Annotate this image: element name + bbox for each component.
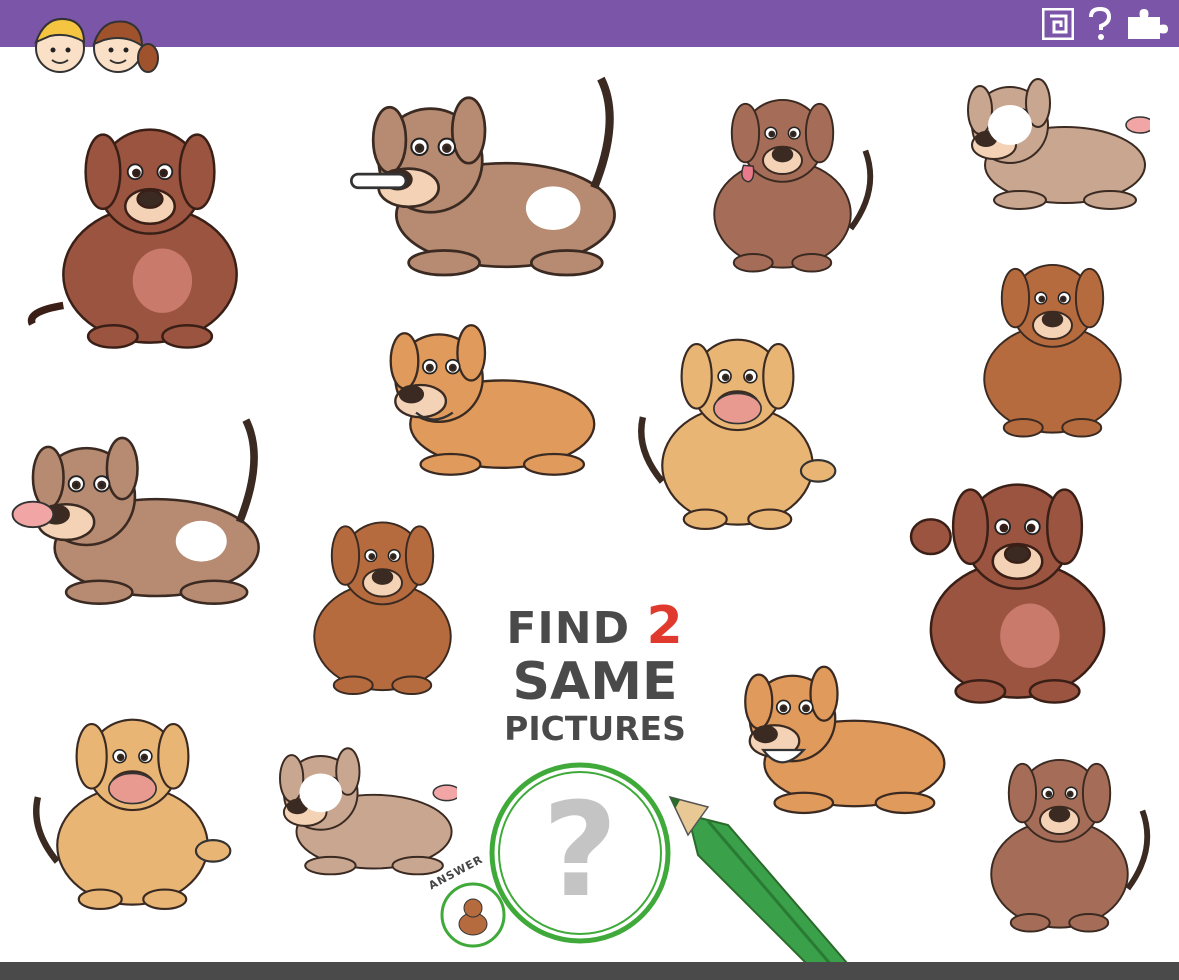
question-mark-icon: ? [542, 774, 617, 926]
title-same: SAME [512, 652, 678, 712]
dog-8[interactable] [10, 400, 265, 625]
maze-icon[interactable] [1041, 7, 1075, 41]
title-number: 2 [646, 596, 684, 656]
dog-4[interactable] [950, 55, 1150, 220]
top-bar [0, 0, 1179, 47]
dog-1[interactable] [20, 95, 280, 355]
dog-14[interactable] [962, 725, 1157, 945]
dog-5[interactable] [370, 295, 600, 490]
puzzle-title: FIND 2 SAME PICTURES [500, 600, 690, 745]
dog-2[interactable] [345, 65, 625, 290]
dog-12[interactable] [25, 680, 240, 925]
pencil-icon [668, 795, 855, 975]
puzzle-icon[interactable] [1125, 7, 1171, 41]
dog-13[interactable] [262, 725, 457, 885]
kids-logo [34, 18, 159, 73]
title-pictures: PICTURES [504, 709, 686, 748]
answer-badge [440, 882, 506, 948]
title-find: FIND [506, 603, 631, 654]
question-icon[interactable] [1083, 7, 1117, 41]
dog-9[interactable] [285, 495, 480, 700]
dog-6[interactable] [630, 290, 845, 555]
bottom-bar [0, 962, 1179, 980]
answer-magnifier[interactable]: ? [480, 755, 680, 955]
toolbar [1041, 6, 1171, 42]
dog-3[interactable] [685, 65, 880, 285]
dog-7[interactable] [955, 235, 1150, 445]
